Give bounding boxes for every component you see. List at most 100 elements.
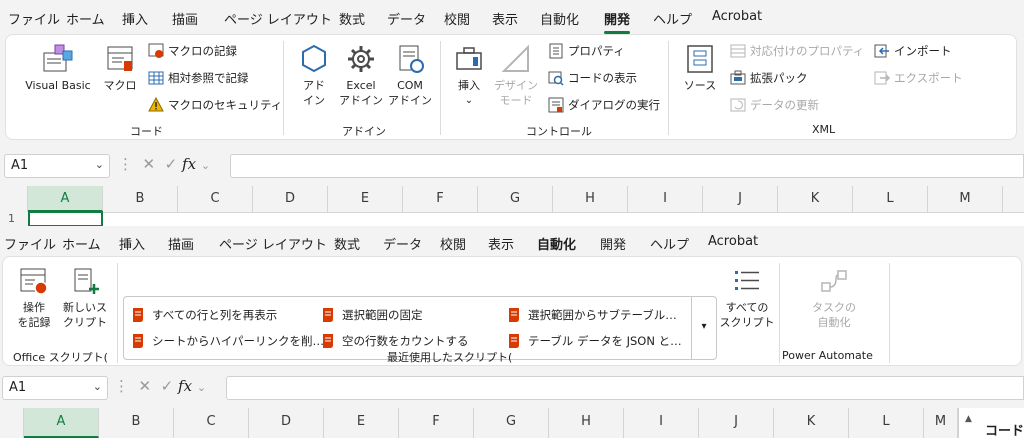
tab-formulas[interactable]: 数式 — [334, 234, 360, 253]
chevron-down-icon[interactable]: ⌄ — [201, 159, 210, 172]
formula-input[interactable] — [230, 154, 1024, 178]
visual-basic-button[interactable]: Visual Basic — [18, 43, 98, 93]
column-header[interactable]: D — [249, 408, 324, 438]
grid-cells[interactable] — [28, 212, 1024, 226]
xml-source-button[interactable]: ソース — [680, 43, 720, 93]
new-script-button[interactable]: 新しいス クリプト — [59, 265, 111, 330]
column-header[interactable]: G — [478, 186, 553, 212]
column-header[interactable]: M — [928, 186, 1003, 212]
column-header[interactable]: I — [624, 408, 699, 438]
column-header[interactable]: A — [24, 408, 99, 438]
column-header[interactable]: L — [849, 408, 924, 438]
tab-data[interactable]: データ — [387, 9, 426, 28]
script-item[interactable]: シートからハイパーリンクを削… — [130, 333, 324, 349]
chevron-down-icon[interactable]: ⌄ — [93, 380, 102, 393]
tab-file[interactable]: ファイル — [4, 234, 56, 253]
column-header[interactable]: C — [174, 408, 249, 438]
script-item[interactable]: テーブル データを JSON と… — [506, 333, 682, 349]
tab-insert[interactable]: 挿入 — [122, 9, 148, 28]
enter-icon[interactable]: ✓ — [160, 155, 178, 173]
script-item[interactable]: すべての行と列を再表示 — [130, 307, 277, 323]
tab-draw[interactable]: 描画 — [172, 9, 198, 28]
column-header[interactable]: M — [924, 408, 958, 438]
more-options-icon[interactable]: ⋮ — [118, 155, 133, 173]
tab-help[interactable]: ヘルプ — [650, 234, 689, 253]
column-header[interactable]: G — [474, 408, 549, 438]
name-box[interactable]: A1 ⌄ — [4, 154, 110, 178]
script-item[interactable]: 選択範囲からサブテーブル… — [506, 307, 677, 323]
more-options-icon[interactable]: ⋮ — [114, 377, 129, 395]
xml-import-button[interactable]: インポート — [874, 43, 952, 59]
com-addins-button[interactable]: COM アドイン — [388, 43, 432, 108]
tab-acrobat[interactable]: Acrobat — [712, 9, 762, 24]
column-header[interactable]: F — [403, 186, 478, 212]
chevron-down-icon[interactable]: ⌄ — [197, 381, 206, 394]
name-box[interactable]: A1 ⌄ — [2, 376, 108, 400]
formula-input[interactable] — [226, 376, 1024, 400]
record-actions-button[interactable]: 操作 を記録 — [11, 265, 57, 330]
tab-page-layout[interactable]: ページ レイアウト — [224, 9, 332, 28]
cancel-icon[interactable]: ✕ — [138, 155, 156, 173]
tab-data[interactable]: データ — [383, 234, 422, 253]
relative-reference-button[interactable]: 相対参照で記録 — [148, 70, 249, 86]
column-header[interactable]: D — [253, 186, 328, 212]
tab-developer[interactable]: 開発 — [604, 9, 631, 34]
gallery-expand-button[interactable]: ▾ — [691, 296, 717, 360]
tab-acrobat[interactable]: Acrobat — [708, 234, 758, 249]
run-dialog-button[interactable]: ダイアログの実行 — [548, 97, 660, 113]
column-header[interactable]: H — [553, 186, 628, 212]
column-header[interactable]: J — [699, 408, 774, 438]
view-code-button[interactable]: コードの表示 — [548, 70, 637, 86]
expansion-packs-button[interactable]: 拡張パック — [730, 70, 808, 86]
column-header[interactable]: L — [853, 186, 928, 212]
insert-function-icon[interactable]: fx — [182, 155, 196, 173]
select-all-corner[interactable] — [0, 186, 28, 212]
tab-view[interactable]: 表示 — [488, 234, 514, 253]
column-header[interactable]: I — [628, 186, 703, 212]
script-item[interactable]: 空の行数をカウントする — [320, 333, 469, 349]
macro-button[interactable]: マクロ — [100, 43, 140, 93]
select-all-corner[interactable] — [0, 408, 24, 438]
insert-control-button[interactable]: 挿入 ⌄ — [450, 43, 488, 108]
column-header[interactable]: K — [778, 186, 853, 212]
tab-home[interactable]: ホーム — [62, 234, 101, 253]
tab-review[interactable]: 校閲 — [440, 234, 466, 253]
column-header[interactable]: B — [103, 186, 178, 212]
tab-automate[interactable]: 自動化 — [537, 234, 577, 259]
column-header[interactable]: A — [28, 186, 103, 212]
column-header[interactable]: F — [399, 408, 474, 438]
cancel-icon[interactable]: ✕ — [134, 377, 152, 395]
tab-home[interactable]: ホーム — [66, 9, 105, 28]
code-side-panel[interactable]: ▲ コード — [958, 408, 1024, 438]
record-macro-button[interactable]: マクロの記録 — [148, 43, 237, 59]
script-item[interactable]: 選択範囲の固定 — [320, 307, 423, 323]
macro-security-button[interactable]: マクロのセキュリティ — [148, 97, 282, 113]
tab-page-layout[interactable]: ページ レイアウト — [219, 234, 327, 253]
properties-button[interactable]: プロパティ — [548, 43, 625, 59]
column-header[interactable]: C — [178, 186, 253, 212]
tab-review[interactable]: 校閲 — [444, 9, 470, 28]
insert-function-icon[interactable]: fx — [178, 377, 192, 395]
enter-icon[interactable]: ✓ — [156, 377, 174, 395]
active-cell[interactable] — [28, 211, 103, 226]
column-header[interactable]: E — [328, 186, 403, 212]
column-header[interactable]: H — [549, 408, 624, 438]
excel-addins-button[interactable]: Excel アドイン — [339, 43, 383, 108]
tab-draw[interactable]: 描画 — [168, 234, 194, 253]
tab-view[interactable]: 表示 — [492, 9, 518, 28]
column-header[interactable]: B — [99, 408, 174, 438]
tab-automate[interactable]: 自動化 — [540, 9, 579, 28]
tab-help[interactable]: ヘルプ — [653, 9, 692, 28]
column-header[interactable]: J — [703, 186, 778, 212]
chevron-up-icon[interactable]: ▲ — [965, 414, 972, 424]
row-header[interactable]: 1 — [0, 212, 28, 226]
chevron-down-icon[interactable]: ⌄ — [95, 158, 104, 171]
tab-file[interactable]: ファイル — [8, 9, 60, 28]
addins-button[interactable]: アド イン — [295, 43, 333, 108]
column-header[interactable]: E — [324, 408, 399, 438]
column-header[interactable]: K — [774, 408, 849, 438]
all-scripts-button[interactable]: すべての スクリプト — [719, 265, 775, 330]
tab-insert[interactable]: 挿入 — [119, 234, 145, 253]
tab-formulas[interactable]: 数式 — [339, 9, 365, 28]
tab-developer[interactable]: 開発 — [600, 234, 626, 253]
